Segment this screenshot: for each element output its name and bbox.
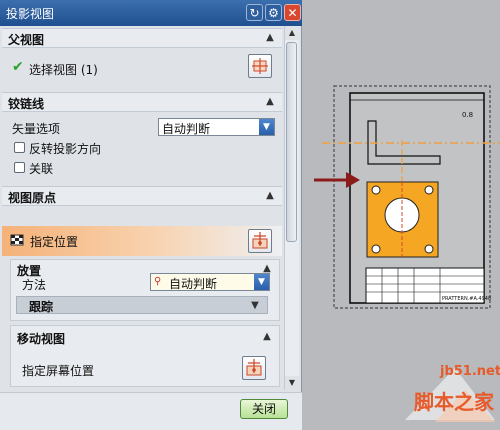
watermark-url: jb51.net xyxy=(440,364,500,379)
move-point-icon xyxy=(246,359,262,376)
close-icon[interactable]: ✕ xyxy=(284,4,301,21)
scroll-thumb[interactable] xyxy=(286,42,297,242)
title-bar[interactable]: 投影视图 ↻ ⚙ ✕ xyxy=(0,0,302,26)
method-label: 方法 xyxy=(22,278,47,292)
vector-option-label: 矢量选项 xyxy=(12,122,61,136)
group-title: 父视图 xyxy=(8,33,45,47)
group-header-hinge-line[interactable]: 铰链线 ▲ xyxy=(2,92,282,112)
close-button[interactable]: 关闭 xyxy=(240,399,288,419)
chevron-down-icon[interactable]: ▼ xyxy=(259,119,274,135)
subgroup-title: 移动视图 xyxy=(17,332,66,346)
specify-screen-button[interactable] xyxy=(242,356,266,380)
subgroup-header-move-view[interactable]: 移动视图 ▲ xyxy=(11,328,279,348)
dialog-panel: 父视图 ▲ ✔ 选择视图 (1) 铰链线 ▲ 矢量选项 自动判断 ▼ 反转投影方… xyxy=(2,26,282,392)
select-view-label: 选择视图 (1) xyxy=(29,63,98,77)
dialog-footer: 关闭 xyxy=(0,392,302,430)
tracking-label: 跟踪 xyxy=(29,300,54,314)
group-header-parent-view[interactable]: 父视图 ▲ xyxy=(2,28,282,48)
title-block-text: PRATTERN.#A.4948 xyxy=(442,296,491,302)
reset-icon[interactable]: ↻ xyxy=(246,4,263,21)
specify-location-label: 指定位置 xyxy=(30,235,79,249)
chevron-down-icon[interactable]: ▼ xyxy=(249,300,261,312)
chevron-up-icon[interactable]: ▲ xyxy=(264,190,276,202)
projected-view-dialog: 投影视图 ↻ ⚙ ✕ 父视图 ▲ ✔ 选择视图 (1) 铰链线 ▲ 矢量选项 自… xyxy=(0,0,302,430)
chevron-up-icon[interactable]: ▲ xyxy=(264,32,276,44)
vertical-scrollbar[interactable]: ▲ ▼ xyxy=(284,26,299,390)
scroll-down-icon[interactable]: ▼ xyxy=(285,376,299,390)
gear-icon[interactable]: ⚙ xyxy=(265,4,282,21)
flag-icon xyxy=(10,234,24,246)
watermark-name: 脚本之家 xyxy=(414,390,494,414)
specify-location-row[interactable]: 指定位置 xyxy=(2,226,282,256)
infer-icon: ⚲ xyxy=(154,276,162,287)
chevron-up-icon[interactable]: ▲ xyxy=(261,331,273,343)
specify-screen-label: 指定屏幕位置 xyxy=(22,364,95,378)
select-view-button[interactable] xyxy=(248,54,272,78)
check-icon: ✔ xyxy=(12,59,24,75)
method-value: 自动判断 xyxy=(169,277,218,291)
group-title: 铰链线 xyxy=(8,97,45,111)
vector-option-select[interactable]: 自动判断 ▼ xyxy=(158,118,275,136)
specify-location-button[interactable] xyxy=(248,229,272,253)
drawing-note: 0.8 xyxy=(462,111,473,119)
vector-option-value: 自动判断 xyxy=(162,122,211,136)
method-select[interactable]: ⚲ 自动判断 ▼ xyxy=(150,273,270,291)
chevron-up-icon[interactable]: ▲ xyxy=(264,96,276,108)
associative-label: 关联 xyxy=(29,162,54,176)
group-title: 视图原点 xyxy=(8,191,57,205)
dialog-title: 投影视图 xyxy=(6,7,55,21)
select-view-icon xyxy=(252,58,268,74)
reverse-direction-label: 反转投影方向 xyxy=(29,142,102,156)
reverse-direction-checkbox[interactable] xyxy=(14,142,25,153)
scroll-up-icon[interactable]: ▲ xyxy=(285,26,299,40)
move-point-icon xyxy=(252,232,268,249)
associative-checkbox[interactable] xyxy=(14,162,25,173)
tracking-toggle[interactable]: 跟踪 ▼ xyxy=(16,296,268,314)
chevron-down-icon[interactable]: ▼ xyxy=(254,274,269,290)
group-header-view-origin[interactable]: 视图原点 ▲ xyxy=(2,186,282,206)
